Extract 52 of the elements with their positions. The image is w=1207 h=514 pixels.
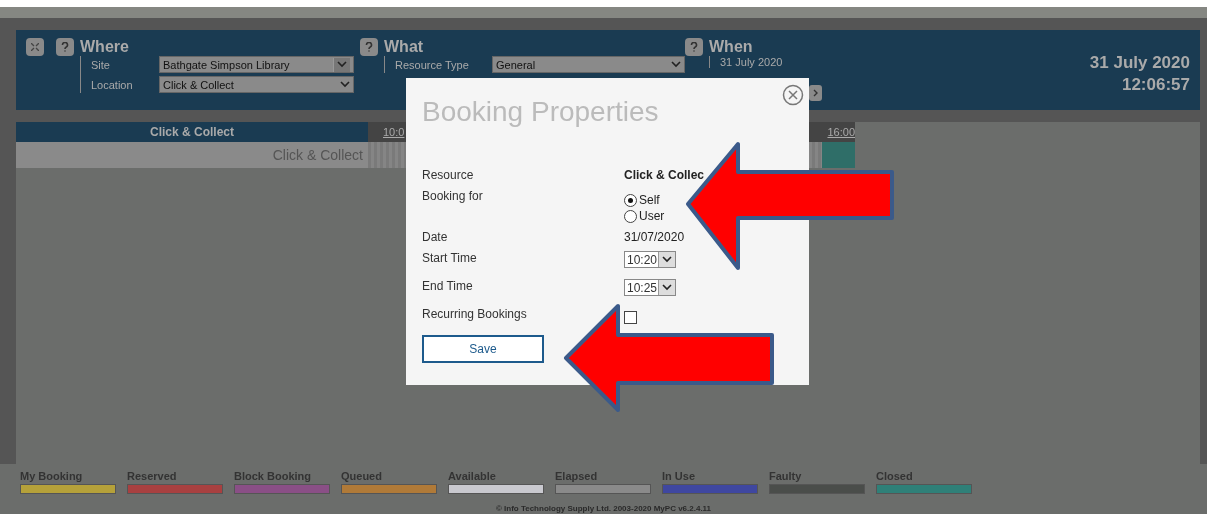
legend-label: My Booking [20,470,84,482]
select-field[interactable]: Click & Collect [159,76,354,93]
section-title: Where [80,38,129,56]
radio-option[interactable]: User [624,209,665,223]
column-header: Click & Collect [16,122,368,142]
section-title: When [709,38,753,56]
radio-option[interactable]: Self [624,193,660,207]
time-select[interactable]: 10:20 [624,251,676,268]
caret-icon [340,81,350,88]
legend-label: Available [448,470,497,482]
expand-icon[interactable] [26,38,44,56]
caret-icon [662,284,672,291]
help-icon[interactable] [685,38,703,56]
time-label[interactable]: 10:0 [383,126,405,138]
field-value: 31/07/2020 [624,230,685,244]
field-label: Site [91,58,111,71]
select-field[interactable]: General [491,56,685,73]
dialog-title: Booking Properties [422,96,660,128]
legend-label: Block Booking [234,470,312,482]
caret-icon [337,61,347,68]
section-title: What [384,38,424,56]
select-field[interactable]: Bathgate Simpson Library [159,56,354,73]
field-label: Resource Type [395,58,470,71]
time-select[interactable]: 10:25 [624,279,676,296]
date-text: 31 July 2020 [720,56,784,68]
closed-slot [822,142,855,168]
caret-icon [662,256,672,263]
field-label: Location [91,78,134,91]
caret-icon [671,61,681,68]
field-label: Recurring Bookings [422,307,527,321]
time-label[interactable]: 16:00 [827,126,855,138]
legend-label: In Use [662,470,696,482]
next-icon[interactable] [809,85,822,101]
field-label: Booking for [422,189,483,203]
current-time: 12:06:57 [1121,75,1190,95]
legend-label: Elapsed [555,470,599,482]
field-label: Date [422,230,448,244]
legend-label: Queued [341,470,383,482]
current-date: 31 July 2020 [1089,53,1190,73]
checkbox[interactable] [624,311,637,324]
legend-label: Faulty [769,470,803,482]
field-label: End Time [422,279,473,293]
help-icon[interactable] [360,38,378,56]
copyright-text: © Info Technology Supply Ltd. 2003-2020 MyPC v6.2.4.11 [495,503,712,513]
field-value: Click & Collec [624,168,705,182]
legend-label: Closed [876,470,914,482]
close-icon[interactable] [782,84,804,106]
field-label: Resource [422,168,474,182]
field-label: Start Time [422,251,477,265]
legend-label: Reserved [127,470,178,482]
save-button[interactable]: Save [422,335,544,363]
help-icon[interactable] [56,38,74,56]
